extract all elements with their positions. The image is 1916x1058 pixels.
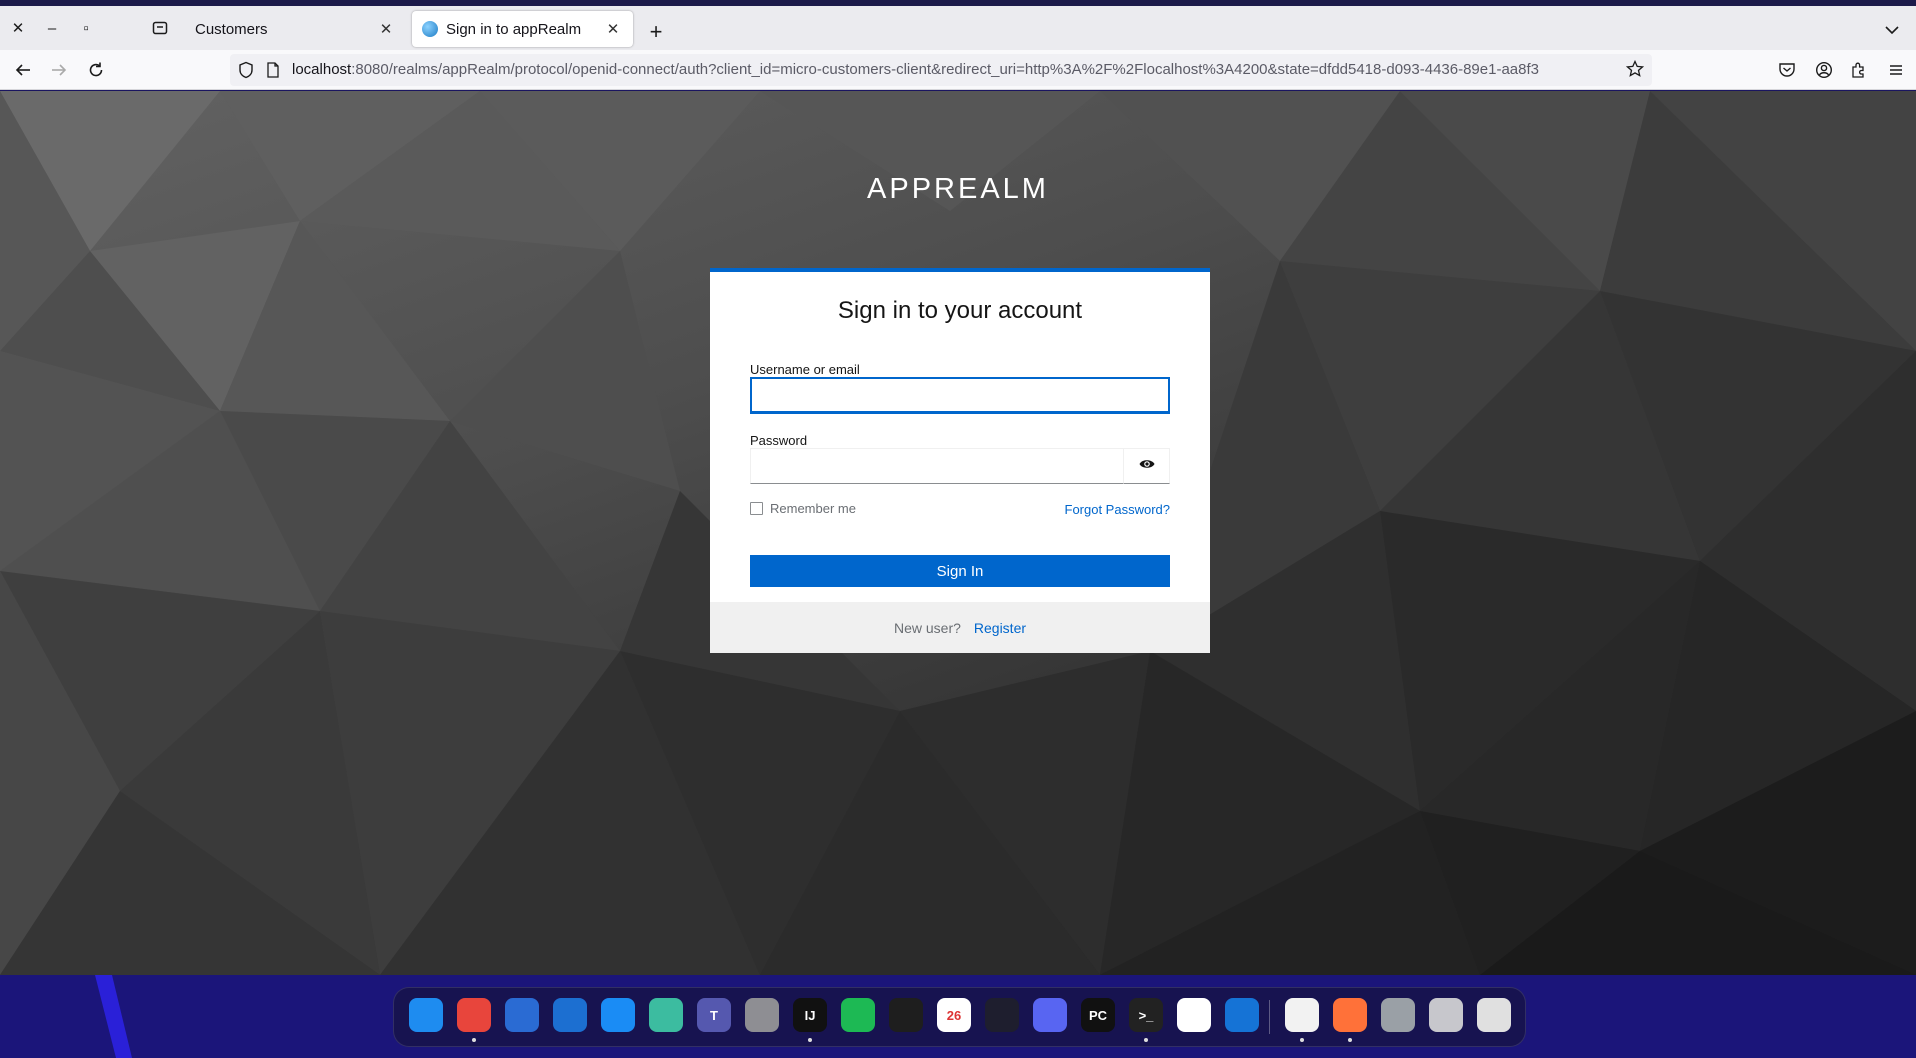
chrome-icon[interactable] [457, 998, 491, 1032]
realm-title: APPREALM [867, 173, 1049, 205]
page-content: APPREALM Sign in to your account Usernam… [0, 91, 1916, 975]
launchpad-icon[interactable] [1477, 998, 1511, 1032]
chatgpt-icon[interactable] [649, 998, 683, 1032]
spotify-icon[interactable] [841, 998, 875, 1032]
browser-tab-bar: ✕ – ▫ Customers ✕ Sign in to appRealm ✕ … [0, 6, 1916, 50]
password-input[interactable] [750, 448, 1123, 484]
forward-icon[interactable] [47, 58, 71, 82]
finder-icon[interactable] [409, 998, 443, 1032]
vscode-icon[interactable] [985, 998, 1019, 1032]
webstorm-icon[interactable] [1177, 998, 1211, 1032]
username-label: Username or email [750, 362, 860, 377]
tab-label: Customers [195, 20, 268, 38]
register-footer: New user? Register [710, 602, 1210, 653]
sign-in-button[interactable]: Sign In [750, 555, 1170, 587]
intellij-icon[interactable]: IJ [793, 998, 827, 1032]
show-password-button[interactable] [1123, 448, 1170, 484]
dock: T IJ 26 PC >_ [393, 987, 1526, 1047]
running-indicator [472, 1038, 476, 1042]
username-input[interactable] [750, 377, 1170, 414]
reload-icon[interactable] [84, 58, 108, 82]
menu-icon[interactable] [1884, 58, 1908, 82]
figma-icon[interactable] [889, 998, 923, 1032]
thunderbird-icon[interactable] [505, 998, 539, 1032]
password-label: Password [750, 433, 808, 448]
page-info-icon[interactable] [266, 62, 280, 83]
account-icon[interactable] [1812, 58, 1836, 82]
bookmark-star-icon[interactable] [1625, 59, 1645, 83]
pycharm-icon[interactable]: PC [1081, 998, 1115, 1032]
login-card: Sign in to your account Username or emai… [710, 268, 1210, 653]
remember-me-row[interactable]: Remember me [750, 501, 856, 516]
textedit-icon[interactable] [1285, 998, 1319, 1032]
window-close-icon[interactable]: ✕ [6, 16, 30, 40]
extensions-icon[interactable] [1847, 58, 1871, 82]
remember-me-label[interactable]: Remember me [770, 501, 856, 516]
login-heading: Sign in to your account [837, 297, 1083, 324]
trash-icon[interactable] [1429, 998, 1463, 1032]
teams-icon[interactable]: T [697, 998, 731, 1032]
new-user-text: New user? [893, 619, 961, 636]
dock-separator [1269, 1000, 1270, 1034]
close-tab-icon[interactable]: ✕ [376, 19, 396, 39]
text-editor-icon[interactable] [553, 998, 587, 1032]
firefox-icon[interactable] [1333, 998, 1367, 1032]
keycloak-favicon-icon [422, 21, 438, 37]
pocket-icon[interactable] [1775, 58, 1799, 82]
close-tab-icon[interactable]: ✕ [603, 19, 623, 39]
app-store-icon[interactable] [601, 998, 635, 1032]
register-link[interactable]: Register [974, 620, 1026, 636]
url-path: :8080/realms/appRealm/protocol/openid-co… [351, 61, 1539, 78]
running-indicator [1144, 1038, 1148, 1042]
discord-icon[interactable] [1033, 998, 1067, 1032]
tab-customers[interactable]: Customers ✕ [182, 11, 406, 47]
remember-me-checkbox[interactable] [750, 502, 763, 515]
terminal-icon[interactable]: >_ [1129, 998, 1163, 1032]
running-indicator [1348, 1038, 1352, 1042]
settings-icon[interactable] [745, 998, 779, 1032]
running-indicator [1300, 1038, 1304, 1042]
new-tab-icon[interactable]: + [644, 19, 668, 44]
window-minimize-icon[interactable]: – [40, 16, 64, 40]
tab-sign-in[interactable]: Sign in to appRealm ✕ [412, 11, 633, 47]
forgot-password-link[interactable]: Forgot Password? [1065, 502, 1171, 517]
running-indicator [808, 1038, 812, 1042]
url-host: localhost [292, 61, 352, 78]
browser-nav-bar: localhost:8080/realms/appRealm/protocol/… [0, 50, 1916, 90]
shield-icon[interactable] [238, 61, 254, 84]
xcode-icon[interactable] [1225, 998, 1259, 1032]
address-bar[interactable]: localhost:8080/realms/appRealm/protocol/… [230, 54, 1652, 86]
disk-utility-icon[interactable] [1381, 998, 1415, 1032]
back-icon[interactable] [11, 58, 35, 82]
calendar-icon[interactable]: 26 [937, 998, 971, 1032]
tab-label: Sign in to appRealm [446, 20, 582, 38]
window-maximize-icon[interactable]: ▫ [74, 16, 98, 40]
eye-icon [1139, 457, 1155, 475]
tab-overview-icon[interactable] [148, 16, 172, 40]
url-text: localhost:8080/realms/appRealm/protocol/… [292, 61, 1622, 78]
chevron-down-icon[interactable] [1882, 20, 1902, 40]
